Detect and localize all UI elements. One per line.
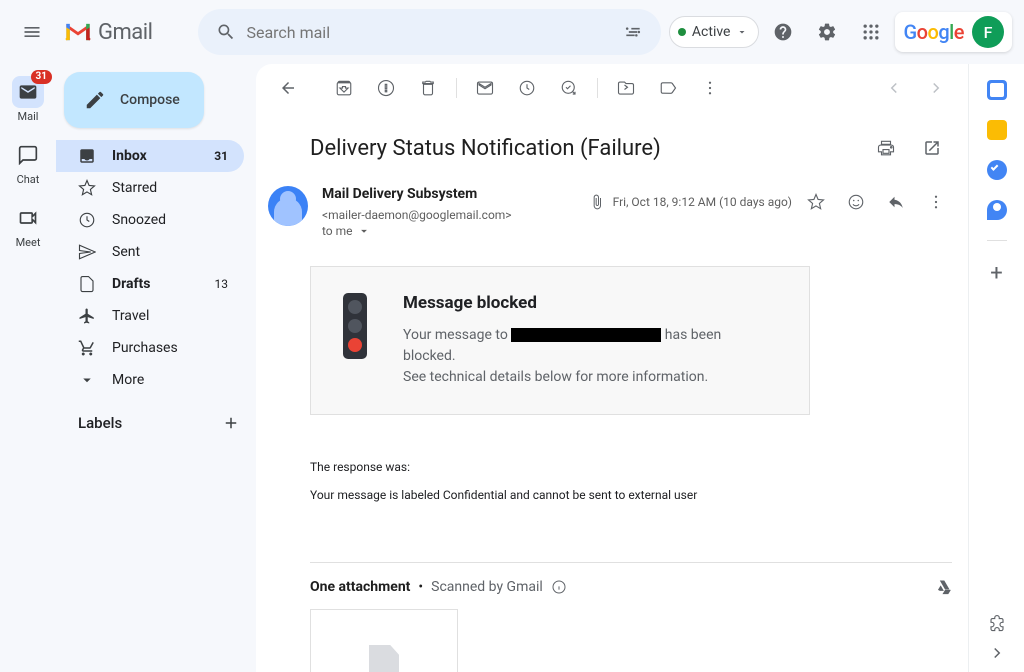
avatar[interactable]: F (972, 16, 1004, 48)
sidebar: Compose Inbox31StarredSnoozedSentDrafts1… (56, 64, 256, 672)
technical-response: The response was: Your message is labele… (310, 457, 952, 506)
message-subject: Delivery Status Notification (Failure) (310, 136, 866, 161)
account-switcher[interactable]: Google F (895, 12, 1012, 52)
blocked-title: Message blocked (403, 293, 777, 313)
meet-icon (18, 208, 38, 228)
tasks-addon[interactable] (987, 160, 1007, 180)
app-rail: 31 Mail Chat Meet (0, 64, 56, 672)
support-button[interactable] (763, 12, 803, 52)
file-icon (369, 645, 399, 672)
app-header: Gmail Active Google F (0, 0, 1024, 64)
folder-travel[interactable]: Travel (56, 300, 244, 332)
compose-button[interactable]: Compose (64, 72, 204, 128)
labels-button[interactable] (648, 68, 688, 108)
star-button[interactable] (800, 186, 832, 218)
from-name: Mail Delivery Subsystem (322, 186, 477, 202)
main-panel: Delivery Status Notification (Failure) M… (256, 64, 968, 672)
status-label: Active (692, 24, 731, 40)
delete-button[interactable] (408, 68, 448, 108)
attachment-count: One attachment (310, 579, 410, 595)
move-button[interactable] (606, 68, 646, 108)
addon-icon[interactable] (988, 614, 1006, 632)
app-name: Gmail (98, 20, 152, 45)
rail-chat[interactable]: Chat (0, 135, 56, 190)
bounce-notice: Message blocked Your message to has been… (310, 266, 810, 415)
back-button[interactable] (268, 68, 308, 108)
search-options-icon[interactable] (613, 12, 653, 52)
attachment-tile[interactable]: noname (310, 609, 458, 672)
main-menu-button[interactable] (8, 8, 56, 56)
rail-meet[interactable]: Meet (0, 198, 56, 253)
archive-button[interactable] (324, 68, 364, 108)
side-panel: + (968, 64, 1024, 672)
folder-snoozed[interactable]: Snoozed (56, 204, 244, 236)
chevron-down-icon (357, 224, 371, 238)
google-logo: Google (903, 20, 964, 44)
reply-button[interactable] (880, 186, 912, 218)
status-chip[interactable]: Active (669, 16, 760, 48)
info-icon[interactable] (551, 579, 567, 595)
scanned-label: Scanned by Gmail (431, 579, 543, 595)
spam-button[interactable] (366, 68, 406, 108)
blocked-line-2: See technical details below for more inf… (403, 367, 777, 388)
folder-starred[interactable]: Starred (56, 172, 244, 204)
sender-avatar (268, 186, 308, 226)
keep-addon[interactable] (987, 120, 1007, 140)
download-drive-button[interactable] (936, 579, 952, 595)
older-button[interactable] (874, 68, 914, 108)
rail-mail[interactable]: 31 Mail (0, 72, 56, 127)
mail-badge: 31 (31, 70, 52, 84)
folder-drafts[interactable]: Drafts13 (56, 268, 244, 300)
chat-icon (18, 145, 38, 165)
pencil-icon (84, 89, 106, 111)
open-new-window-button[interactable] (912, 128, 952, 168)
snooze-button[interactable] (507, 68, 547, 108)
settings-button[interactable] (807, 12, 847, 52)
more-button[interactable] (690, 68, 730, 108)
message-toolbar (256, 64, 968, 112)
blocked-line-1: Your message to has been blocked. (403, 325, 777, 367)
to-dropdown[interactable]: to me (322, 224, 575, 238)
get-addons-button[interactable]: + (990, 261, 1002, 286)
add-task-button[interactable] (549, 68, 589, 108)
folder-sent[interactable]: Sent (56, 236, 244, 268)
calendar-addon[interactable] (987, 80, 1007, 100)
attachment-icon (589, 194, 605, 210)
from-email: <mailer-daemon@googlemail.com> (322, 208, 512, 222)
search-bar[interactable] (198, 9, 660, 55)
collapse-panel-button[interactable] (988, 644, 1006, 662)
search-input[interactable] (246, 23, 612, 42)
add-label-button[interactable] (222, 414, 240, 432)
folder-more[interactable]: More (56, 364, 244, 396)
folder-purchases[interactable]: Purchases (56, 332, 244, 364)
message-more-button[interactable] (920, 186, 952, 218)
traffic-light-icon (343, 293, 367, 359)
mark-unread-button[interactable] (465, 68, 505, 108)
redacted-address (511, 328, 661, 342)
message-date: Fri, Oct 18, 9:12 AM (10 days ago) (613, 195, 792, 209)
chevron-down-icon (736, 26, 748, 38)
newer-button[interactable] (916, 68, 956, 108)
search-icon[interactable] (206, 12, 246, 52)
react-button[interactable] (840, 186, 872, 218)
apps-button[interactable] (851, 12, 891, 52)
print-button[interactable] (866, 128, 906, 168)
gmail-logo[interactable]: Gmail (64, 20, 182, 45)
folder-inbox[interactable]: Inbox31 (56, 140, 244, 172)
status-dot-icon (678, 28, 686, 36)
labels-header: Labels (56, 396, 256, 432)
contacts-addon[interactable] (987, 200, 1007, 220)
mail-icon (18, 82, 38, 102)
